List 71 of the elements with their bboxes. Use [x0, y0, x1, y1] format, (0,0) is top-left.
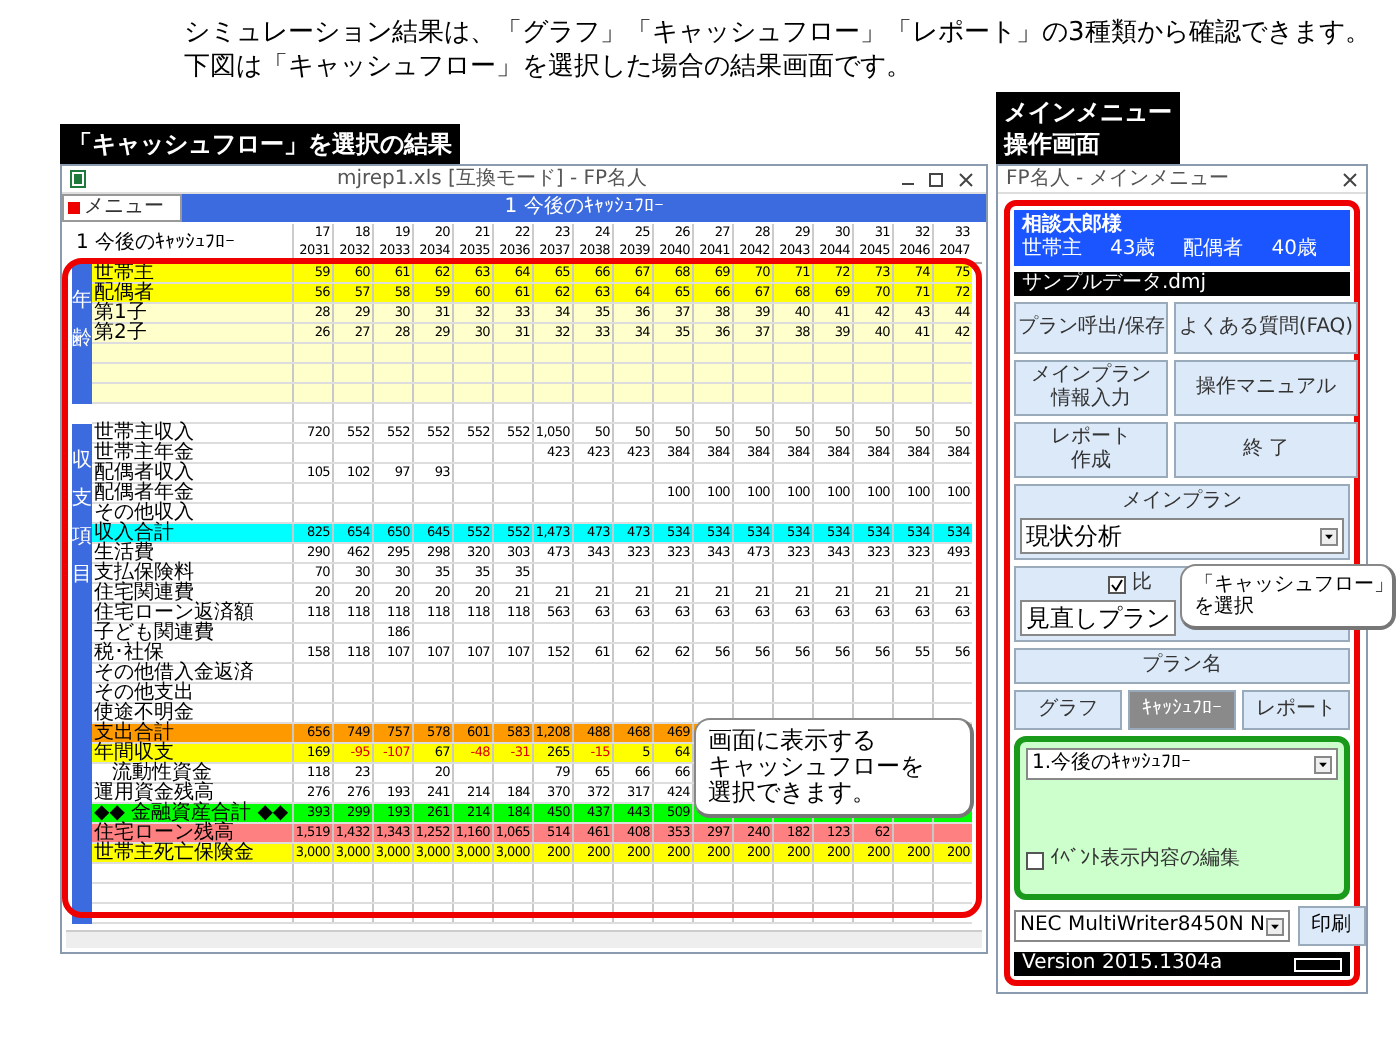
side-label: 年齢 [72, 264, 92, 404]
side-strip [72, 864, 92, 924]
panel-label: メインプラン [1120, 490, 1244, 514]
plan-select[interactable]: 現状分析 [1020, 518, 1344, 554]
horizontal-scrollbar[interactable] [66, 930, 982, 948]
menu-button[interactable]: 終 了 [1174, 422, 1358, 478]
row-label: 住宅関連費 [92, 584, 194, 602]
version-text: Version 2015.1304a [1022, 952, 1223, 976]
household-age: 43歳 [1110, 238, 1156, 262]
row-label: 支出合計 [92, 724, 176, 742]
menu-button[interactable]: 操作マニュアル [1174, 360, 1358, 416]
row-label: 世帯主収入 [92, 424, 196, 442]
window-controls-icon[interactable] [898, 171, 978, 187]
row-label: その他支出 [92, 684, 196, 702]
callout: 画面に表示する キャッシュフローを 選択できます。 [694, 718, 974, 818]
printer-select[interactable]: NEC MultiWriter8450N N [1014, 910, 1290, 942]
household-label: 配偶者 [1183, 238, 1244, 262]
section-label: メインメニュー 操作画面 [996, 92, 1180, 164]
row-label: 収入合計 [92, 524, 176, 542]
data-file-name: サンプルデータ.dmj [1022, 272, 1207, 296]
row-label: その他収入 [92, 504, 196, 522]
menu-button[interactable]: レポート 作成 [1014, 422, 1169, 478]
description-text: 下図は「キャッシュフロー」を選択した場合の結果画面です。 [184, 50, 914, 84]
plan-name-button[interactable]: プラン名 [1014, 648, 1350, 684]
table-title: 1 今後のｷｬｯｼｭﾌﾛｰ [74, 230, 238, 258]
checkbox-label: 比 [1132, 572, 1152, 596]
side-label: 収支項目 [72, 424, 92, 864]
row-label: 年間収支 [92, 744, 174, 762]
window-title: mjrep1.xls [互換モード] - FP名人 [334, 167, 650, 191]
household-age: 40歳 [1271, 238, 1317, 262]
row-label: 第2子 [92, 324, 149, 342]
close-icon[interactable] [1342, 171, 1358, 187]
client-name: 相談太郎様 [1022, 214, 1124, 237]
row-label: その他借入金返済 [92, 664, 256, 682]
menu-button[interactable]: メインプラン 情報入力 [1014, 360, 1169, 416]
print-button[interactable]: 印刷 [1297, 906, 1366, 946]
row-label: 支払保険料 [92, 564, 196, 582]
plan-select[interactable]: 見直しプラン [1020, 600, 1176, 636]
callout: 「キャッシュフロー」 を選択 [1180, 564, 1396, 630]
row-label: 税･社保 [92, 644, 164, 662]
dropdown-arrow-icon[interactable] [1320, 527, 1338, 545]
row-label: 使途不明金 [92, 704, 196, 722]
row-label: 住宅ローン残高 [92, 824, 234, 842]
row-label: 住宅ローン返済額 [92, 604, 256, 622]
row-label: 流動性資金 [112, 764, 212, 782]
dropdown-arrow-icon[interactable] [1314, 755, 1332, 773]
menu-button[interactable]: メニュー [62, 194, 182, 222]
row-label: 配偶者 [92, 284, 156, 302]
checkbox-label: ｲﾍﾞﾝﾄ表示内容の編集 [1050, 848, 1240, 872]
row-label: ◆◆ 金融資産合計 ◆◆ [92, 804, 291, 822]
view-select[interactable]: 1.今後のｷｬｯｼｭﾌﾛｰ [1026, 748, 1338, 780]
menu-button[interactable]: プラン呼出/保存 [1014, 302, 1169, 354]
window-title: FP名人 - メインメニュー [1006, 167, 1232, 191]
view-tab[interactable]: グラフ [1014, 690, 1122, 730]
dropdown-arrow-icon[interactable] [1265, 917, 1284, 935]
row-label: 子ども関連費 [92, 624, 216, 642]
row-label: 運用資金残高 [92, 784, 214, 802]
row-label: 生活費 [92, 544, 155, 562]
sheet-header: 1 今後のｷｬｯｼｭﾌﾛｰ [502, 194, 666, 222]
description-text: シミュレーション結果は、「グラフ」「キャッシュフロー」「レポート」の3種類から確認できます。 [184, 16, 1373, 50]
household-label: 世帯主 [1022, 238, 1082, 262]
row-label: 第1子 [92, 304, 149, 322]
row-label: 世帯主死亡保険金 [92, 844, 256, 862]
compare-checkbox[interactable] [1108, 575, 1126, 593]
event-checkbox[interactable] [1026, 851, 1044, 869]
row-label: 世帯主年金 [92, 444, 196, 462]
view-tab[interactable]: レポート [1242, 690, 1350, 730]
row-label: 配偶者収入 [92, 464, 196, 482]
menu-button[interactable]: よくある質問(FAQ) [1174, 302, 1358, 354]
row-label: 配偶者年金 [92, 484, 196, 502]
section-label: 「キャッシュフロー」を選択の結果 [60, 124, 460, 164]
